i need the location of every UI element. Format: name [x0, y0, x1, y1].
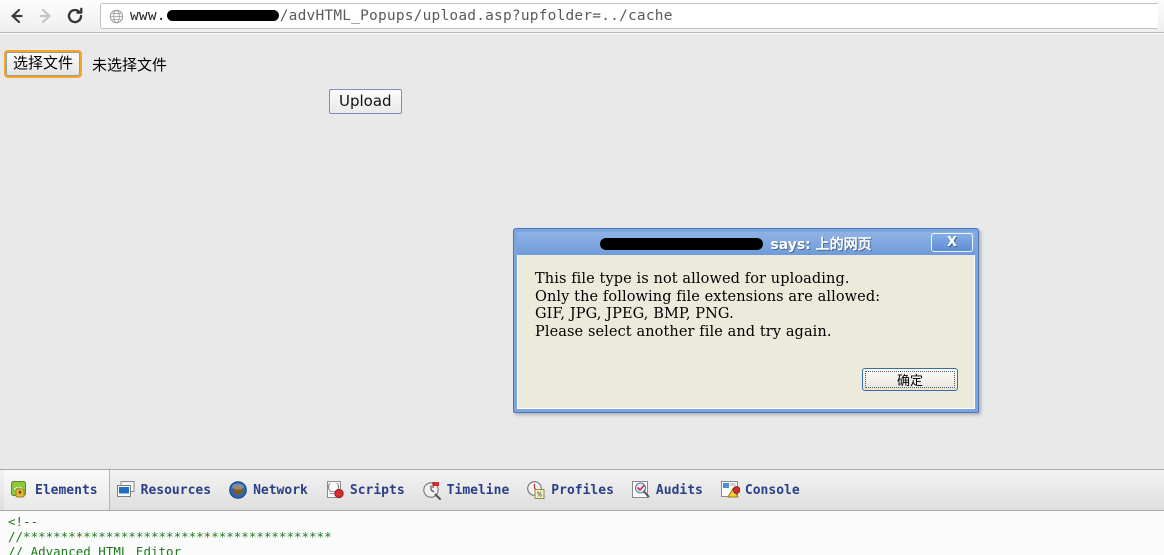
dialog-message: This file type is not allowed for upload…	[535, 271, 881, 340]
tab-timeline[interactable]: Timeline	[416, 470, 521, 510]
tab-resources-label: Resources	[140, 482, 212, 498]
file-upload-row: 选择文件 未选择文件	[6, 51, 167, 77]
tab-timeline-label: Timeline	[446, 482, 510, 498]
tab-console[interactable]: Console	[714, 470, 811, 510]
elements-icon: <>	[11, 481, 26, 498]
reload-button[interactable]	[62, 3, 88, 29]
back-button[interactable]	[4, 3, 30, 29]
tab-scripts-label: Scripts	[349, 482, 405, 498]
scripts-icon: { }	[327, 481, 344, 499]
file-status-label: 未选择文件	[92, 55, 168, 74]
dialog-title-text: says: 上的网页	[770, 236, 872, 253]
tab-scripts[interactable]: { } Scripts	[319, 470, 416, 510]
dialog-titlebar[interactable]: says: 上的网页 X	[517, 232, 975, 255]
console-icon	[720, 481, 740, 498]
tab-resources[interactable]: Resources	[110, 470, 222, 510]
alert-dialog: says: 上的网页 X This file type is not allow…	[513, 228, 979, 413]
forward-button[interactable]	[32, 3, 58, 29]
address-bar[interactable]: www. /advHTML_Popups/upload.asp?upfolder=…	[100, 3, 1158, 29]
network-icon	[229, 481, 247, 499]
address-bar-text: www. /advHTML_Popups/upload.asp?upfolder=…	[130, 8, 673, 24]
url-path: /advHTML_Popups/upload.asp?upfolder=../c…	[279, 8, 673, 24]
audits-icon	[631, 481, 650, 498]
tab-audits-label: Audits	[655, 482, 703, 498]
forward-arrow-icon	[39, 8, 51, 24]
profiles-icon: %	[527, 481, 545, 500]
tab-network-label: Network	[253, 482, 308, 498]
upload-button[interactable]: Upload	[329, 89, 402, 114]
tab-profiles[interactable]: % Profiles	[520, 470, 625, 510]
tab-elements[interactable]: <> Elements	[4, 470, 110, 510]
dialog-body: This file type is not allowed for upload…	[517, 255, 975, 409]
browser-toolbar: www. /advHTML_Popups/upload.asp?upfolder=…	[0, 0, 1164, 33]
tab-audits[interactable]: Audits	[625, 470, 714, 510]
ok-button-label: 确定	[865, 371, 955, 389]
tab-elements-label: Elements	[35, 482, 98, 498]
devtools-tabbar: <> Elements Resources Network	[0, 470, 1164, 511]
dialog-host-redaction	[600, 237, 764, 250]
reload-icon	[67, 7, 83, 24]
globe-icon	[109, 9, 124, 24]
close-button[interactable]: X	[931, 233, 973, 252]
source-code-view[interactable]: <!-- //*********************************…	[0, 511, 1164, 555]
dialog-title: says: 上的网页	[600, 234, 872, 254]
devtools-panel: <> Elements Resources Network	[0, 469, 1164, 555]
ok-button[interactable]: 确定	[862, 368, 958, 391]
tab-console-label: Console	[744, 482, 800, 498]
page-viewport: 选择文件 未选择文件 Upload says: 上的网页 X This file…	[0, 34, 1164, 469]
tab-network[interactable]: Network	[222, 470, 319, 510]
resources-icon	[116, 481, 135, 497]
url-prefix: www.	[130, 8, 166, 24]
choose-file-button[interactable]: 选择文件	[6, 52, 81, 76]
url-host-redaction	[166, 10, 279, 21]
back-arrow-icon	[11, 8, 23, 24]
tab-profiles-label: Profiles	[551, 482, 614, 498]
timeline-icon	[422, 482, 441, 500]
